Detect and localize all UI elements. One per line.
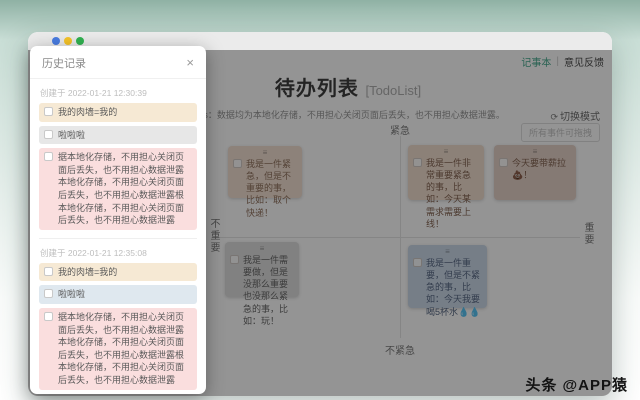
history-item[interactable]: 据本地化存储，不用担心关闭页面后丢失，也不用担心数据泄露本地化存储，不用担心关闭… [39,307,197,390]
history-item[interactable]: 我的肉墙=我的 [39,262,197,282]
history-checkbox[interactable] [44,311,53,321]
history-item-text: 据本地化存储，不用担心关闭页面后丢失，也不用担心数据泄露本地化存储，不用担心关闭… [58,152,185,226]
history-panel-body[interactable]: 创建于 2022-01-21 12:30:39 我的肉墙=我的 啦啦啦 据本地化… [30,79,206,394]
history-group: 创建于 2022-01-21 12:35:08 我的肉墙=我的 啦啦啦 据本地化… [39,237,197,394]
history-item[interactable]: 我的肉墙=我的 [39,103,197,122]
app-window: 记事本 | 意见反馈 待办列表 [TodoList] Tips：数据均为本地化存… [28,32,612,396]
history-item-text: 啦啦啦 [58,289,86,300]
window-control-minimize-icon[interactable] [64,37,72,45]
history-item[interactable]: 啦啦啦 [39,285,197,304]
history-checkbox[interactable] [44,129,53,139]
close-icon[interactable]: × [186,56,194,69]
history-group: 创建于 2022-01-21 12:30:39 我的肉墙=我的 啦啦啦 据本地化… [39,79,197,238]
history-group-timestamp: 创建于 2022-01-21 12:35:08 [40,247,147,258]
history-panel-header: 历史记录 × [30,46,206,79]
history-item[interactable]: 据本地化存储，不用担心关闭页面后丢失，也不用担心数据泄露本地化存储，不用担心关闭… [39,148,197,230]
page-background: 记事本 | 意见反馈 待办列表 [TodoList] Tips：数据均为本地化存… [0,0,640,400]
history-panel-title: 历史记录 [42,58,86,70]
history-item[interactable]: 啦啦啦 [39,125,197,145]
history-group-timestamp: 创建于 2022-01-21 12:30:39 [40,88,147,98]
history-checkbox[interactable] [44,266,53,276]
history-item-text: 我的肉墙=我的 [58,107,118,117]
history-checkbox[interactable] [44,152,53,162]
window-control-zoom-icon[interactable] [76,37,84,45]
history-item-text: 啦啦啦 [58,129,86,140]
history-checkbox[interactable] [44,289,53,299]
window-control-close-icon[interactable] [52,37,60,45]
history-checkbox[interactable] [44,107,53,116]
history-item-text: 我的肉墙=我的 [58,266,118,277]
history-item-text: 据本地化存储，不用担心关闭页面后丢失，也不用担心数据泄露本地化存储，不用担心关闭… [58,311,185,385]
history-panel: 历史记录 × 创建于 2022-01-21 12:30:39 我的肉墙=我的 啦… [30,46,206,394]
